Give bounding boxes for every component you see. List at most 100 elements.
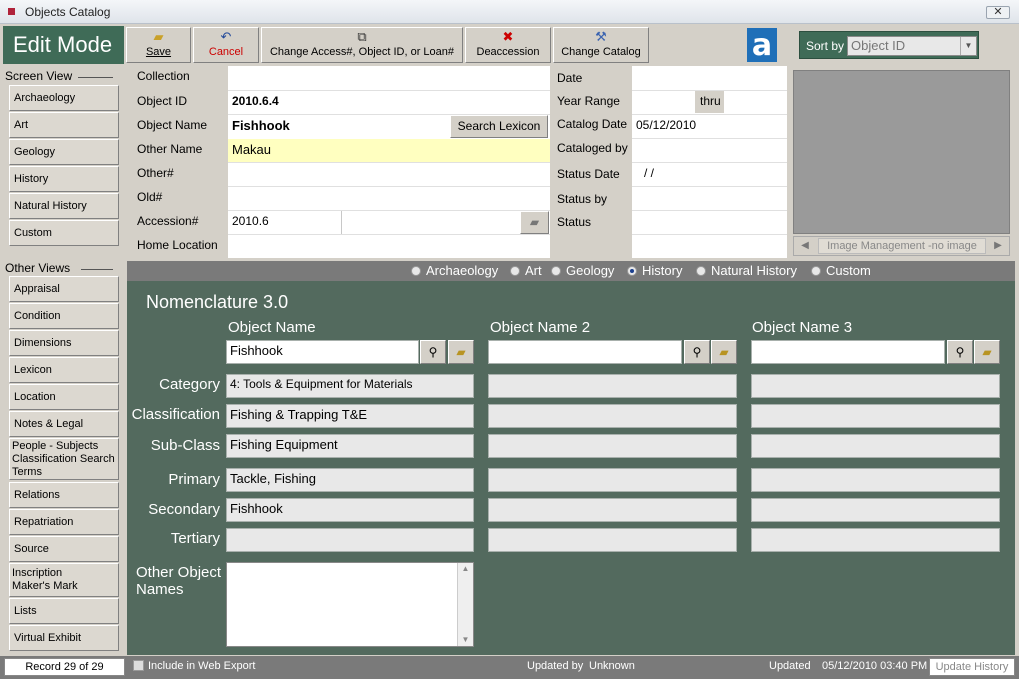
sidebar-item-geology[interactable]: Geology bbox=[9, 139, 119, 165]
updated-label: Updated bbox=[769, 660, 811, 672]
home-location-field[interactable] bbox=[228, 235, 550, 258]
object-name-2-input[interactable] bbox=[488, 340, 682, 364]
sidebar-item-condition[interactable]: Condition bbox=[9, 303, 119, 329]
other-name-field[interactable]: Makau bbox=[228, 139, 550, 162]
category-2-field[interactable] bbox=[488, 374, 737, 398]
sidebar-item-history[interactable]: History bbox=[9, 166, 119, 192]
classification-field[interactable]: Fishing & Trapping T&E bbox=[226, 404, 474, 428]
folder-icon[interactable]: ▰ bbox=[520, 211, 549, 234]
sub-class-3-field[interactable] bbox=[751, 434, 1000, 458]
sidebar-item-lists[interactable]: Lists bbox=[9, 598, 119, 624]
primary-field[interactable]: Tackle, Fishing bbox=[226, 468, 474, 492]
year-range-end-field[interactable] bbox=[724, 91, 787, 113]
prev-image-icon[interactable]: ◀ bbox=[796, 239, 814, 253]
binoculars-icon[interactable]: ⚲ bbox=[947, 340, 973, 364]
image-management-button[interactable]: Image Management -no image bbox=[818, 238, 986, 254]
object-name-3-input[interactable] bbox=[751, 340, 945, 364]
sort-select[interactable]: Object ID ▼ bbox=[847, 36, 977, 56]
collection-field[interactable] bbox=[228, 67, 550, 89]
primary-3-field[interactable] bbox=[751, 468, 1000, 492]
radio-icon bbox=[510, 266, 520, 276]
sidebar-item-relations[interactable]: Relations bbox=[9, 482, 119, 508]
sidebar-item-people-subjects[interactable]: People - Subjects Classification Search … bbox=[9, 438, 119, 480]
sidebar-item-natural-history[interactable]: Natural History bbox=[9, 193, 119, 219]
status-by-field[interactable] bbox=[632, 187, 787, 209]
radio-custom[interactable]: Custom bbox=[811, 263, 871, 278]
tertiary-field[interactable] bbox=[226, 528, 474, 552]
object-name-1-input[interactable]: Fishhook bbox=[226, 340, 419, 364]
sub-class-2-field[interactable] bbox=[488, 434, 737, 458]
sub-class-field[interactable]: Fishing Equipment bbox=[226, 434, 474, 458]
collection-label: Collection bbox=[137, 69, 190, 83]
radio-natural-history[interactable]: Natural History bbox=[696, 263, 797, 278]
tertiary-2-field[interactable] bbox=[488, 528, 737, 552]
sidebar-item-art[interactable]: Art bbox=[9, 112, 119, 138]
nomenclature-title: Nomenclature 3.0 bbox=[146, 292, 289, 312]
sidebar-item-dimensions[interactable]: Dimensions bbox=[9, 330, 119, 356]
status-date-label: Status Date bbox=[557, 167, 620, 181]
radio-art[interactable]: Art bbox=[510, 263, 542, 278]
binoculars-icon[interactable]: ⚲ bbox=[684, 340, 710, 364]
object-name-field[interactable]: Fishhook bbox=[232, 118, 290, 133]
status-field[interactable] bbox=[632, 211, 787, 233]
chevron-down-icon: ▼ bbox=[960, 37, 976, 55]
secondary-3-field[interactable] bbox=[751, 498, 1000, 522]
sidebar-item-custom[interactable]: Custom bbox=[9, 220, 119, 246]
classification-2-field[interactable] bbox=[488, 404, 737, 428]
scrollbar[interactable]: ▲ ▼ bbox=[457, 563, 473, 646]
category-3-field[interactable] bbox=[751, 374, 1000, 398]
folder-icon[interactable]: ▰ bbox=[711, 340, 737, 364]
sidebar-item-notes-legal[interactable]: Notes & Legal bbox=[9, 411, 119, 437]
mode-indicator: Edit Mode bbox=[3, 26, 124, 64]
object-name-label: Object Name bbox=[137, 118, 208, 132]
status-date-field[interactable]: / / bbox=[644, 166, 654, 180]
secondary-field[interactable]: Fishhook bbox=[226, 498, 474, 522]
other-object-names-textarea[interactable]: ▲ ▼ bbox=[226, 562, 474, 647]
accession-field[interactable]: 2010.6 bbox=[232, 214, 269, 228]
binoculars-icon[interactable]: ⚲ bbox=[420, 340, 446, 364]
change-access-button[interactable]: ⧉ Change Access#, Object ID, or Loan# bbox=[261, 27, 463, 63]
tertiary-3-field[interactable] bbox=[751, 528, 1000, 552]
record-navigator[interactable]: Record 29 of 29 bbox=[4, 658, 125, 676]
change-catalog-button[interactable]: ⚒ Change Catalog bbox=[553, 27, 649, 63]
column-header-object-name: Object Name bbox=[228, 319, 316, 336]
cataloged-by-field[interactable] bbox=[632, 139, 787, 161]
sidebar-item-repatriation[interactable]: Repatriation bbox=[9, 509, 119, 535]
category-field[interactable]: 4: Tools & Equipment for Materials bbox=[226, 374, 474, 398]
secondary-2-field[interactable] bbox=[488, 498, 737, 522]
classification-3-field[interactable] bbox=[751, 404, 1000, 428]
object-id-field[interactable]: 2010.6.4 bbox=[232, 94, 279, 108]
sidebar-item-lexicon[interactable]: Lexicon bbox=[9, 357, 119, 383]
year-range-start-field[interactable] bbox=[632, 91, 695, 113]
update-history-button[interactable]: Update History bbox=[929, 658, 1015, 676]
save-button[interactable]: ▰ Save bbox=[126, 27, 191, 63]
search-lexicon-button[interactable]: Search Lexicon bbox=[450, 115, 548, 138]
web-export-checkbox[interactable] bbox=[133, 660, 144, 671]
sidebar-item-archaeology[interactable]: Archaeology bbox=[9, 85, 119, 111]
cancel-button[interactable]: ↶ Cancel bbox=[193, 27, 259, 63]
folder-icon[interactable]: ▰ bbox=[974, 340, 1000, 364]
home-location-label: Home Location bbox=[137, 238, 218, 252]
folder-icon[interactable]: ▰ bbox=[448, 340, 474, 364]
radio-history[interactable]: History bbox=[627, 263, 682, 278]
catalog-date-field[interactable]: 05/12/2010 bbox=[636, 118, 696, 132]
sidebar-item-appraisal[interactable]: Appraisal bbox=[9, 276, 119, 302]
old-number-field[interactable] bbox=[228, 187, 550, 210]
radio-geology[interactable]: Geology bbox=[551, 263, 614, 278]
sidebar-item-inscription[interactable]: Inscription Maker's Mark bbox=[9, 563, 119, 597]
x-icon: ✖ bbox=[502, 29, 514, 44]
sidebar-item-location[interactable]: Location bbox=[9, 384, 119, 410]
object-id-label: Object ID bbox=[137, 94, 188, 108]
close-button[interactable]: ✕ bbox=[986, 6, 1010, 19]
deaccession-button[interactable]: ✖ Deaccession bbox=[465, 27, 551, 63]
image-preview[interactable] bbox=[793, 70, 1010, 234]
date-field[interactable] bbox=[632, 67, 787, 89]
other-number-field[interactable] bbox=[228, 163, 550, 186]
radio-archaeology[interactable]: Archaeology bbox=[411, 263, 498, 278]
next-image-icon[interactable]: ▶ bbox=[989, 239, 1007, 253]
sidebar-item-source[interactable]: Source bbox=[9, 536, 119, 562]
year-range-label: Year Range bbox=[557, 94, 620, 108]
category-label: Category bbox=[159, 376, 220, 393]
primary-2-field[interactable] bbox=[488, 468, 737, 492]
sidebar-item-virtual-exhibit[interactable]: Virtual Exhibit bbox=[9, 625, 119, 651]
